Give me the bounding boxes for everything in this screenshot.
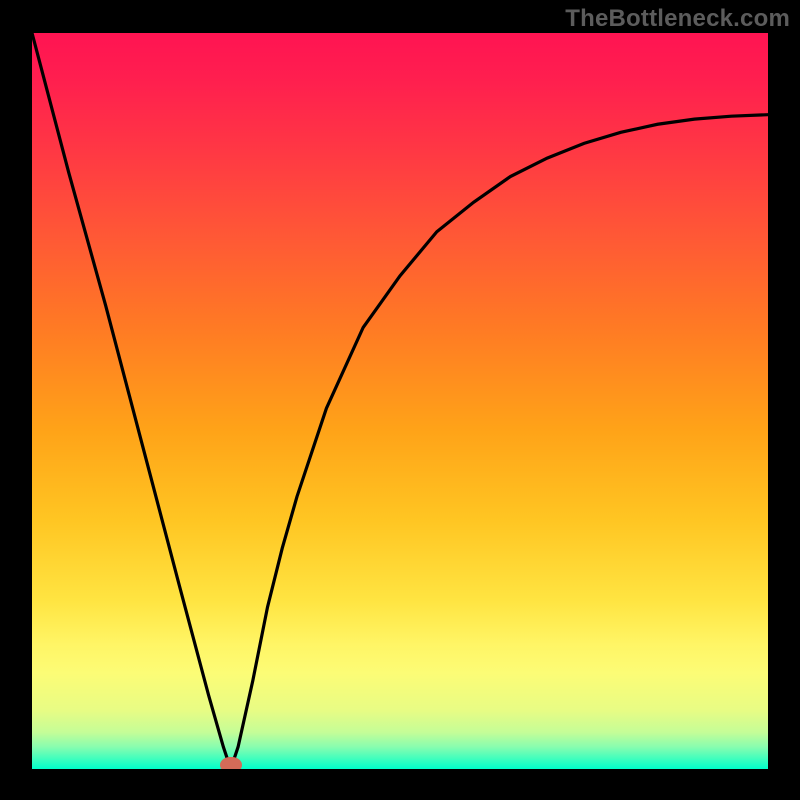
curve-svg (32, 33, 768, 769)
curve-minimum-marker (220, 757, 242, 769)
watermark: TheBottleneck.com (565, 5, 790, 33)
plot-area (32, 33, 768, 769)
chart-frame: TheBottleneck.com (0, 0, 800, 800)
bottleneck-curve (32, 33, 768, 769)
